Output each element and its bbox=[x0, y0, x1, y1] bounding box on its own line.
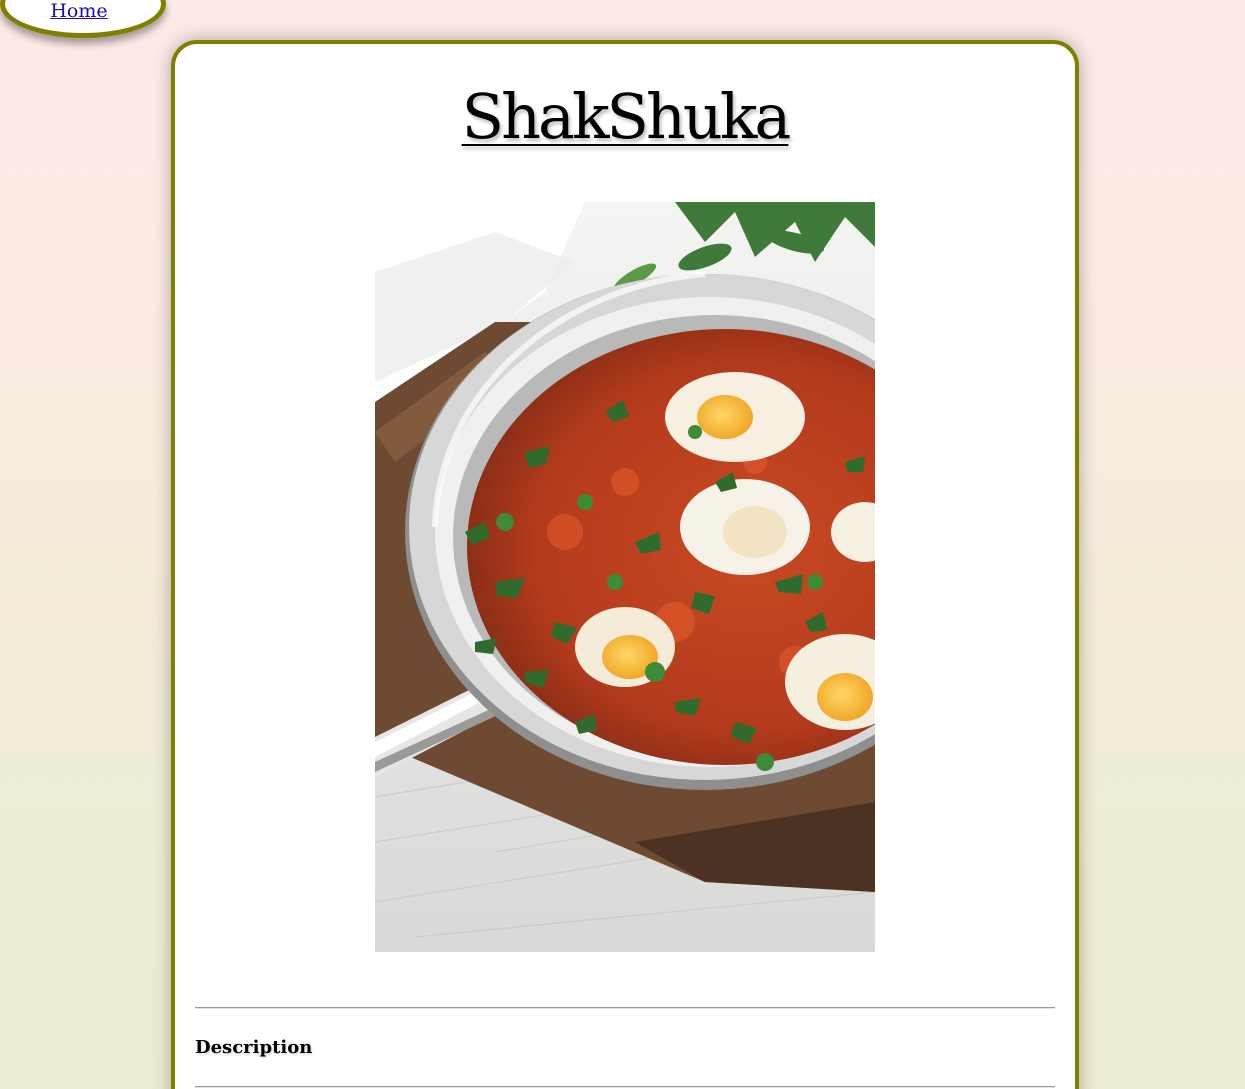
recipe-card: ShakShuka Description bbox=[171, 40, 1079, 1089]
recipe-photo bbox=[375, 202, 875, 952]
home-nav-pill: Home bbox=[0, 0, 166, 38]
recipe-title: ShakShuka bbox=[461, 80, 792, 153]
home-link[interactable]: Home bbox=[50, 0, 107, 22]
description-heading: Description bbox=[195, 1037, 313, 1058]
divider bbox=[195, 1007, 1055, 1009]
divider bbox=[195, 1086, 1055, 1088]
